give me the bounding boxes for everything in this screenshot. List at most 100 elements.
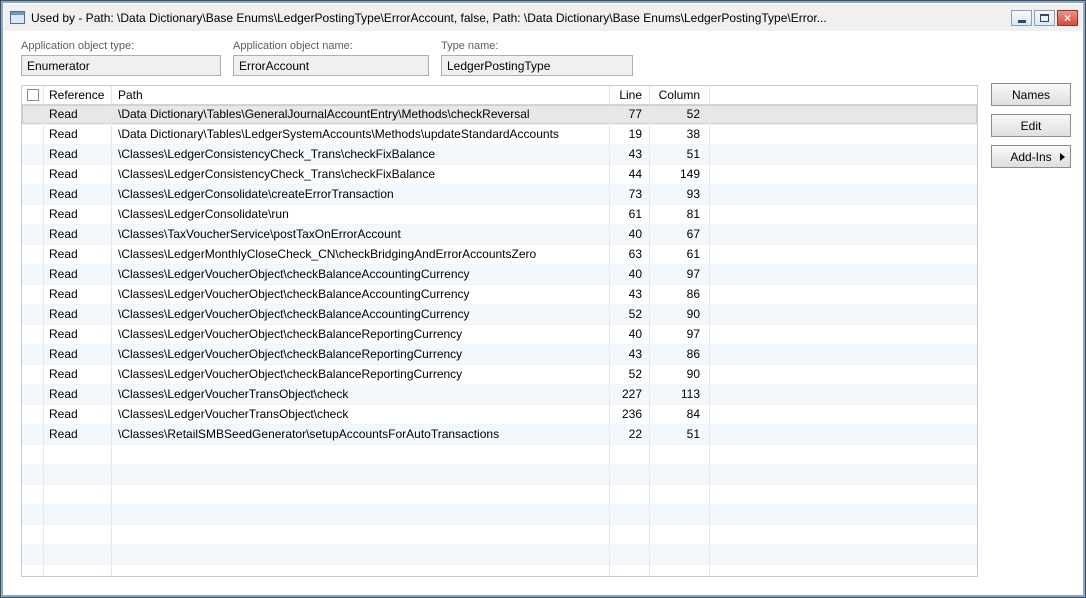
cell-column: 52 [650,105,710,124]
cell-reference [44,545,112,564]
column-header-path[interactable]: Path [112,86,610,104]
column-header-line[interactable]: Line [610,86,650,104]
application-object-name-input[interactable] [233,55,429,76]
cell-path: \Classes\LedgerVoucherObject\checkBalanc… [112,285,610,304]
close-button[interactable]: × [1057,10,1078,26]
cell-line: 40 [610,265,650,284]
cell-column: 51 [650,145,710,164]
grid-header: Reference Path Line Column [22,86,977,105]
cell-column: 90 [650,305,710,324]
cell-line: 19 [610,125,650,144]
cell-reference: Read [44,105,112,124]
cell-filler [710,185,977,204]
table-row[interactable]: Read\Classes\LedgerConsistencyCheck_Tran… [22,165,977,185]
action-button-panel: Names Edit Add-Ins [991,83,1071,176]
empty-row [22,525,977,545]
cell-filler [710,105,977,124]
cell-path: \Classes\LedgerConsistencyCheck_Trans\ch… [112,165,610,184]
maximize-button[interactable] [1034,10,1055,26]
column-header-reference[interactable]: Reference [44,86,112,104]
cell-marker [22,505,44,524]
cell-reference: Read [44,145,112,164]
cell-column: 81 [650,205,710,224]
cell-path: \Classes\LedgerVoucherObject\checkBalanc… [112,365,610,384]
cell-reference: Read [44,385,112,404]
cell-path: \Data Dictionary\Tables\GeneralJournalAc… [112,105,610,124]
cell-column: 97 [650,265,710,284]
header-marker-cell [22,86,44,104]
application-object-type-input[interactable] [21,55,221,76]
table-row[interactable]: Read\Classes\TaxVoucherService\postTaxOn… [22,225,977,245]
cell-reference [44,525,112,544]
cell-line: 61 [610,205,650,224]
cell-marker [22,445,44,464]
table-row[interactable]: Read\Classes\LedgerMonthlyCloseCheck_CN\… [22,245,977,265]
field-type-name: Type name: [441,40,633,76]
table-row[interactable]: Read\Classes\RetailSMBSeedGenerator\setu… [22,425,977,445]
cell-reference: Read [44,365,112,384]
table-row[interactable]: Read\Classes\LedgerVoucherTransObject\ch… [22,385,977,405]
cell-marker [22,205,44,224]
cell-path: \Classes\LedgerVoucherObject\checkBalanc… [112,305,610,324]
table-row[interactable]: Read\Classes\LedgerVoucherObject\checkBa… [22,265,977,285]
grid-body: Read\Data Dictionary\Tables\GeneralJourn… [22,105,977,577]
cell-reference: Read [44,225,112,244]
cell-line [610,445,650,464]
cell-line: 43 [610,145,650,164]
table-row[interactable]: Read\Data Dictionary\Tables\LedgerSystem… [22,125,977,145]
cell-column: 51 [650,425,710,444]
cell-filler [710,485,977,504]
cell-line: 43 [610,285,650,304]
cell-marker [22,345,44,364]
cell-line [610,485,650,504]
cell-reference: Read [44,265,112,284]
cell-path: \Classes\LedgerConsolidate\run [112,205,610,224]
cell-filler [710,465,977,484]
cell-path [112,565,610,577]
cell-line: 236 [610,405,650,424]
cell-path [112,445,610,464]
cell-line: 63 [610,245,650,264]
cell-line [610,545,650,564]
addins-button[interactable]: Add-Ins [991,145,1071,168]
cell-path: \Classes\TaxVoucherService\postTaxOnErro… [112,225,610,244]
cell-filler [710,325,977,344]
table-row[interactable]: Read\Classes\LedgerVoucherTransObject\ch… [22,405,977,425]
cell-marker [22,165,44,184]
table-row[interactable]: Read\Classes\LedgerConsistencyCheck_Tran… [22,145,977,165]
cell-marker [22,265,44,284]
application-object-name-label: Application object name: [233,40,429,52]
type-name-input[interactable] [441,55,633,76]
addins-menu-arrow-icon [1060,153,1065,161]
table-row[interactable]: Read\Classes\LedgerVoucherObject\checkBa… [22,365,977,385]
table-row[interactable]: Read\Classes\LedgerVoucherObject\checkBa… [22,285,977,305]
column-header-column[interactable]: Column [650,86,710,104]
cell-reference [44,505,112,524]
cell-filler [710,165,977,184]
cell-path: \Classes\LedgerMonthlyCloseCheck_CN\chec… [112,245,610,264]
table-row[interactable]: Read\Classes\LedgerVoucherObject\checkBa… [22,345,977,365]
minimize-button[interactable] [1011,10,1032,26]
names-button[interactable]: Names [991,83,1071,106]
cell-path: \Classes\LedgerVoucherObject\checkBalanc… [112,265,610,284]
cell-filler [710,305,977,324]
cell-path [112,485,610,504]
cell-filler [710,425,977,444]
cell-reference [44,445,112,464]
table-row[interactable]: Read\Classes\LedgerConsolidate\run6181 [22,205,977,225]
table-row[interactable]: Read\Classes\LedgerConsolidate\createErr… [22,185,977,205]
select-all-checkbox[interactable] [27,89,39,101]
table-row[interactable]: Read\Classes\LedgerVoucherObject\checkBa… [22,325,977,345]
window-controls: × [1011,10,1078,26]
edit-button[interactable]: Edit [991,114,1071,137]
table-row[interactable]: Read\Classes\LedgerVoucherObject\checkBa… [22,305,977,325]
cell-marker [22,525,44,544]
cell-marker [22,465,44,484]
window-title: Used by - Path: \Data Dictionary\Base En… [31,11,1003,25]
table-row[interactable]: Read\Data Dictionary\Tables\GeneralJourn… [22,105,977,125]
cell-marker [22,565,44,577]
cell-column: 97 [650,325,710,344]
title-bar: Used by - Path: \Data Dictionary\Base En… [4,4,1082,31]
cell-column: 84 [650,405,710,424]
used-by-grid: Reference Path Line Column Read\Data Dic… [21,85,978,577]
